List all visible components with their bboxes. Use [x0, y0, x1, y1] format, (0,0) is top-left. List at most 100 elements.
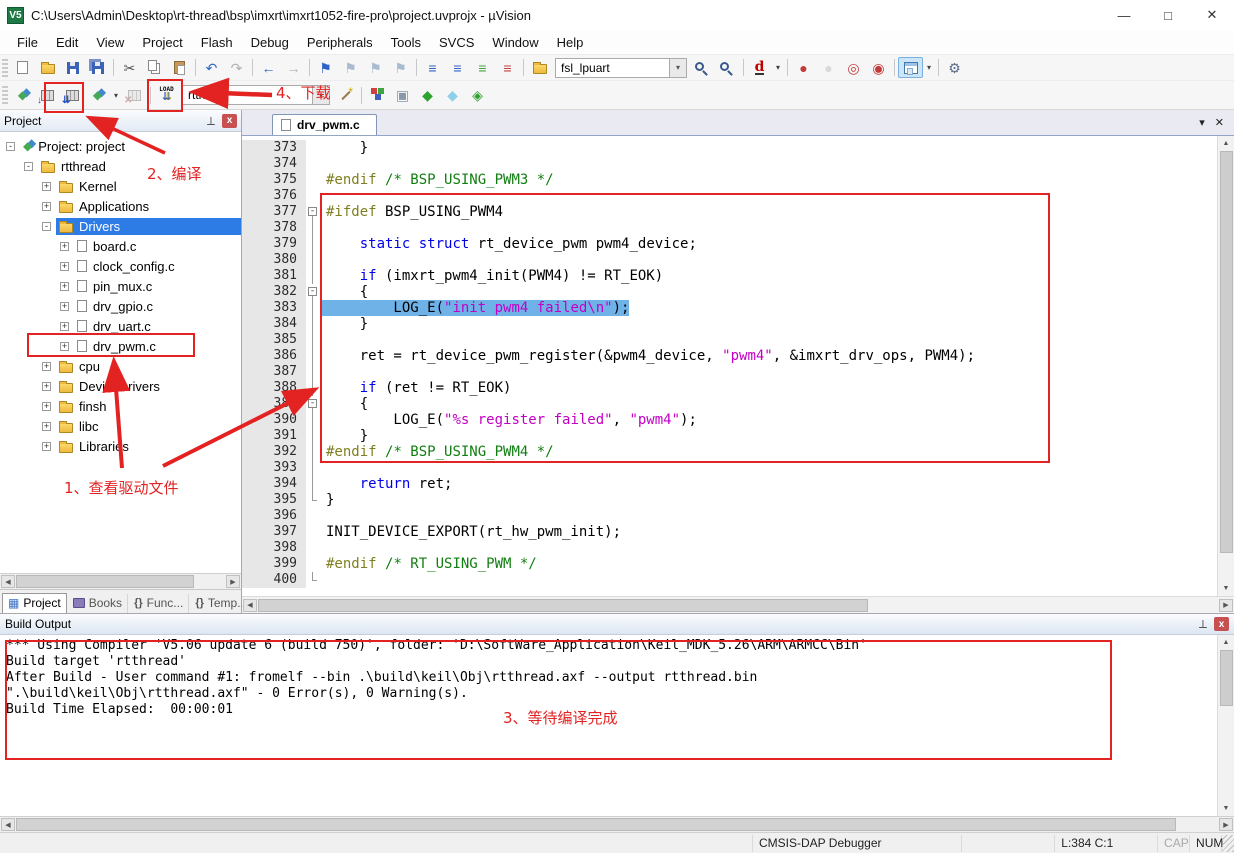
find-in-files-icon[interactable] — [527, 57, 552, 78]
new-file-icon[interactable] — [10, 57, 35, 78]
undo-icon[interactable]: ↶ — [199, 57, 224, 78]
save-icon[interactable] — [60, 57, 85, 78]
line-number[interactable]: 385 — [242, 332, 306, 348]
code-text[interactable]: static struct rt_device_pwm pwm4_device; — [320, 236, 697, 252]
tree-item-cpu[interactable]: +cpu — [0, 356, 241, 376]
build-output-hscrollbar[interactable]: ◀ ▶ — [0, 816, 1234, 832]
scroll-thumb[interactable] — [1220, 151, 1233, 553]
scroll-thumb[interactable] — [16, 818, 1176, 831]
tree-item-devicedrivers[interactable]: +DeviceDrivers — [0, 376, 241, 396]
tree-item-kernel[interactable]: +Kernel — [0, 176, 241, 196]
fold-margin[interactable] — [306, 348, 320, 364]
quick-search-icon[interactable]: d — [747, 57, 772, 78]
menu-file[interactable]: File — [8, 32, 47, 53]
fold-margin[interactable] — [306, 412, 320, 428]
fold-collapse-icon[interactable]: - — [308, 207, 317, 216]
menu-debug[interactable]: Debug — [242, 32, 298, 53]
tree-item-drv-uart-c[interactable]: +drv_uart.c — [0, 316, 241, 336]
collapse-icon[interactable]: - — [24, 162, 33, 171]
code-text[interactable]: #endif /* RT_USING_PWM */ — [320, 556, 537, 572]
build-output-close-icon[interactable]: x — [1214, 617, 1229, 631]
fold-margin[interactable] — [306, 476, 320, 492]
scroll-right-icon[interactable]: ▶ — [1219, 818, 1233, 831]
fold-margin[interactable] — [306, 220, 320, 236]
fold-margin[interactable]: - — [306, 204, 320, 220]
panel-tab-func[interactable]: {}Func... — [129, 594, 189, 613]
project-panel-hscrollbar[interactable]: ◀ ▶ — [0, 573, 241, 589]
fold-margin[interactable] — [306, 540, 320, 556]
find-doc-icon[interactable] — [690, 57, 715, 78]
search-combo[interactable]: fsl_lpuart▾ — [555, 58, 687, 78]
fold-margin[interactable] — [306, 460, 320, 476]
expand-icon[interactable]: + — [42, 382, 51, 391]
disable-all-breakpoints-icon[interactable]: ◎ — [841, 57, 866, 78]
fold-margin[interactable]: - — [306, 284, 320, 300]
menu-peripherals[interactable]: Peripherals — [298, 32, 382, 53]
tree-item-finsh[interactable]: +finsh — [0, 396, 241, 416]
line-number[interactable]: 393 — [242, 460, 306, 476]
line-number[interactable]: 390 — [242, 412, 306, 428]
code-text[interactable]: INIT_DEVICE_EXPORT(rt_hw_pwm_init); — [320, 524, 621, 540]
kill-all-breakpoints-icon[interactable]: ◉ — [866, 57, 891, 78]
target-combo-dropdown-icon[interactable]: ▾ — [312, 86, 329, 104]
project-panel-close-icon[interactable]: x — [222, 114, 237, 128]
scroll-right-icon[interactable]: ▶ — [1219, 599, 1233, 612]
bookmark-next-icon[interactable]: ⚑ — [363, 57, 388, 78]
line-number[interactable]: 399 — [242, 556, 306, 572]
fold-margin[interactable] — [306, 172, 320, 188]
wrench-icon[interactable]: ⚙ — [942, 57, 967, 78]
fold-margin[interactable] — [306, 572, 320, 588]
tree-item-applications[interactable]: +Applications — [0, 196, 241, 216]
select-packs-icon[interactable]: ◆ — [440, 85, 465, 106]
code-pane[interactable]: 373 }374375#endif /* BSP_USING_PWM3 */37… — [242, 136, 1217, 596]
nav-back-icon[interactable]: ← — [256, 57, 281, 78]
fold-margin[interactable] — [306, 508, 320, 524]
fold-margin[interactable] — [306, 524, 320, 540]
collapse-icon[interactable]: - — [6, 142, 15, 151]
scroll-left-icon[interactable]: ◀ — [1, 575, 15, 588]
code-text[interactable]: #endif /* BSP_USING_PWM3 */ — [320, 172, 554, 188]
download-icon[interactable]: LOAD⇊ — [154, 85, 179, 106]
expand-icon[interactable]: + — [42, 202, 51, 211]
tree-item-rtthread[interactable]: -rtthread — [0, 156, 241, 176]
indent-icon[interactable]: ≡ — [445, 57, 470, 78]
fold-collapse-icon[interactable]: - — [308, 399, 317, 408]
expand-icon[interactable]: + — [60, 242, 69, 251]
bookmark-toggle-icon[interactable]: ⚑ — [313, 57, 338, 78]
line-number[interactable]: 374 — [242, 156, 306, 172]
expand-icon[interactable]: + — [42, 402, 51, 411]
line-number[interactable]: 395 — [242, 492, 306, 508]
menu-project[interactable]: Project — [133, 32, 191, 53]
line-number[interactable]: 397 — [242, 524, 306, 540]
editor-hscrollbar[interactable]: ◀ ▶ — [242, 596, 1234, 613]
line-number[interactable]: 389 — [242, 396, 306, 412]
paste-icon[interactable] — [167, 57, 192, 78]
tree-item-drivers[interactable]: -Drivers — [0, 216, 241, 236]
menu-flash[interactable]: Flash — [192, 32, 242, 53]
fold-margin[interactable] — [306, 364, 320, 380]
stop-build-icon[interactable] — [122, 85, 147, 106]
line-number[interactable]: 388 — [242, 380, 306, 396]
code-text[interactable] — [320, 460, 326, 476]
close-button[interactable]: ✕ — [1190, 0, 1234, 30]
tree-item-drv-gpio-c[interactable]: +drv_gpio.c — [0, 296, 241, 316]
maximize-button[interactable]: □ — [1146, 0, 1190, 30]
code-text[interactable]: } — [320, 316, 368, 332]
menu-view[interactable]: View — [87, 32, 133, 53]
line-number[interactable]: 398 — [242, 540, 306, 556]
code-text[interactable] — [320, 572, 326, 588]
build-output-vscrollbar[interactable]: ▲ ▼ — [1217, 635, 1234, 816]
manage-rte-icon[interactable]: ◆ — [415, 85, 440, 106]
debug-windows-icon[interactable] — [898, 57, 923, 78]
build-output-log[interactable]: *** Using Compiler 'V5.06 update 6 (buil… — [0, 635, 1217, 816]
code-text[interactable]: { — [320, 396, 368, 412]
fold-margin[interactable] — [306, 492, 320, 508]
pin-icon[interactable]: ⊤ — [1198, 619, 1208, 629]
batch-build-icon[interactable]: ◆ — [85, 85, 110, 106]
panel-tab-project[interactable]: ▦Project — [2, 593, 67, 613]
menu-svcs[interactable]: SVCS — [430, 32, 483, 53]
fold-margin[interactable]: - — [306, 396, 320, 412]
cut-icon[interactable]: ✂ — [117, 57, 142, 78]
file-extensions-icon[interactable]: ▣ — [390, 85, 415, 106]
comment-icon[interactable]: ≡ — [470, 57, 495, 78]
